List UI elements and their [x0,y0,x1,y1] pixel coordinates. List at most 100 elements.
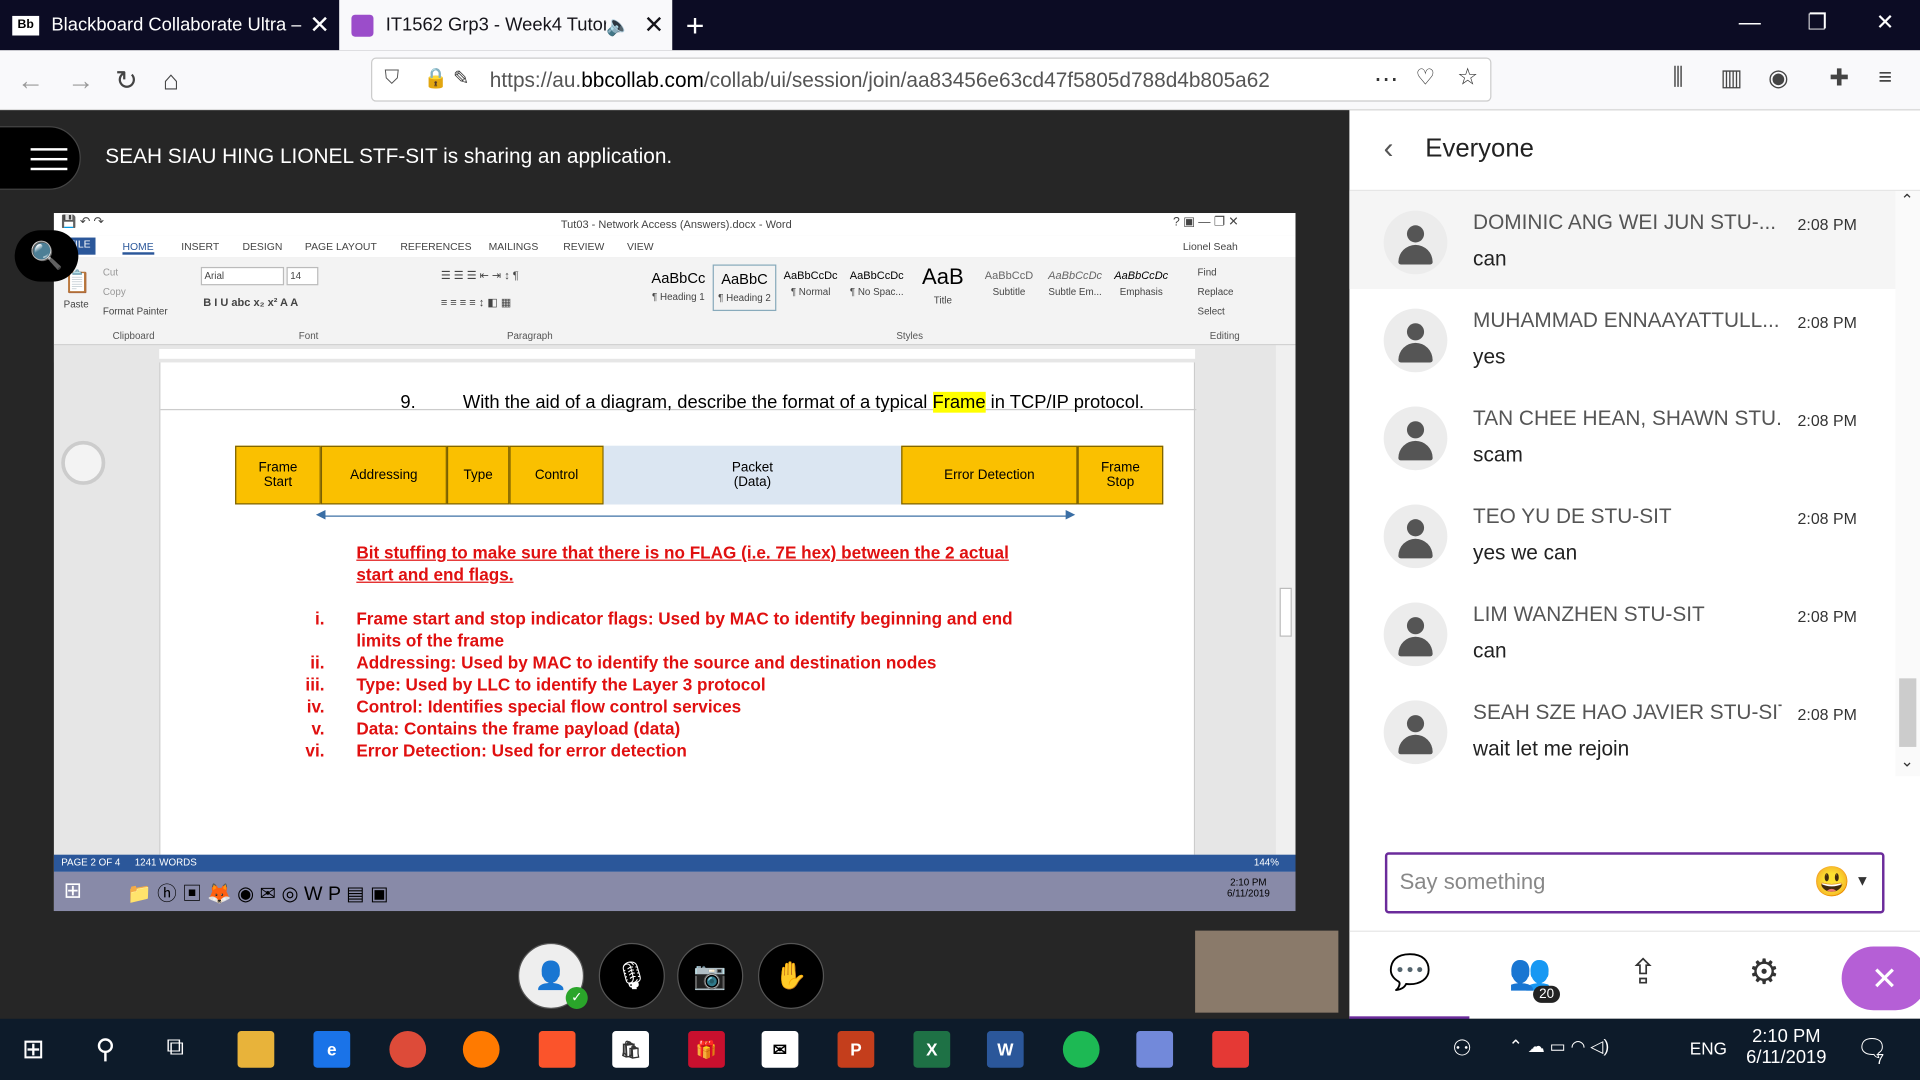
word-ruler [53,345,1296,363]
restore-icon[interactable]: ❐ [1807,10,1827,36]
spotify-icon[interactable] [1062,1031,1100,1068]
task-view-icon[interactable]: ⧉ [167,1033,184,1061]
close-tab-icon[interactable]: ✕ [636,10,673,41]
pocket-icon[interactable]: ♡ [1416,65,1436,91]
field-control: Control [509,445,604,505]
settings-gear-icon[interactable]: ⚙ [1749,951,1780,991]
avatar [1383,308,1448,373]
ribbon-tab-mailings: MAILINGS [488,240,539,253]
ribbon-tab-references: REFERENCES [400,240,472,253]
chat-message: SEAH SZE HAO JAVIER STU-SIT 2:08 PM wait… [1349,681,1895,779]
chat-message: DOMINIC ANG WEI JUN STU-... 2:08 PM can [1349,191,1896,289]
question-text: With the aid of a diagram, describe the … [462,391,1145,413]
library-icon[interactable]: ⫼ [1673,65,1684,92]
bit-stuffing-line2: start and end flags. [356,564,514,585]
tab-title: IT1562 Grp3 - Week4 Tutori [385,14,607,36]
avatar [1383,700,1448,765]
discord-icon[interactable] [1136,1031,1174,1068]
permissions-icon[interactable]: ✎ [453,66,469,90]
field-frame-start: Frame Start [235,445,321,505]
bit-stuffing-line1: Bit stuffing to make sure that there is … [356,542,1009,563]
search-icon[interactable]: ⚲ [96,1033,116,1065]
browser-tab-collab[interactable]: IT1562 Grp3 - Week4 Tutori 🔈 ✕ [339,0,673,51]
message-time: 2:08 PM [1797,705,1857,724]
file-explorer-icon[interactable] [237,1031,275,1068]
firefox-icon[interactable] [462,1031,500,1068]
chat-scrollbar[interactable]: ⌃ ⌄ [1895,191,1920,777]
back-chevron-icon[interactable]: ‹ [1384,132,1394,166]
close-window-icon[interactable]: ✕ [1876,10,1894,36]
chat-input[interactable]: Say something 😃 ▼ [1384,852,1885,914]
powerpoint-icon[interactable]: P [837,1031,875,1068]
reload-icon[interactable]: ↻ [115,65,138,97]
close-tab-icon[interactable]: ✕ [301,10,338,41]
session-menu-button[interactable] [0,126,81,190]
browser-tab-blackboard[interactable]: Bb Blackboard Collaborate Ultra – ✕ [0,0,338,51]
zoom-lens-icon[interactable] [61,440,106,485]
close-panel-button[interactable]: ✕ [1841,946,1920,1011]
extensions-icon[interactable]: ✚ [1829,65,1848,93]
people-icon[interactable]: ⚇ [1452,1036,1472,1062]
chat-tab[interactable]: 💬 [1349,932,1470,1021]
message-text: yes [1473,345,1506,369]
bookmark-star-icon[interactable]: ☆ [1457,64,1478,92]
tray-icons[interactable]: ⌃ ☁ ▭ ◠ ◁) [1509,1036,1610,1057]
answer-num: vi. [305,740,325,761]
style-normal: AaBbCcDc ¶ Normal [783,269,838,298]
page-actions-icon[interactable]: ⋯ [1374,64,1398,95]
menu-icon[interactable]: ≡ [1878,65,1892,92]
speaker-icon[interactable]: 🔈 [606,13,630,37]
message-author: SEAH SZE HAO JAVIER STU-SIT [1473,700,1782,724]
share-content-icon[interactable]: ⇪ [1629,951,1658,991]
excel-icon[interactable]: X [913,1031,951,1068]
avatar [1383,504,1448,569]
microphone-button[interactable]: 🎙 [598,942,665,1009]
game-icon[interactable] [1212,1031,1249,1068]
account-icon[interactable]: ◉ [1768,65,1788,93]
system-clock[interactable]: 2:10 PM 6/11/2019 [1746,1026,1826,1068]
windows-start-icon[interactable]: ⊞ [22,1033,45,1065]
url-bar[interactable]: ⛉ 🔒 ✎ https://au.bbcollab.com/collab/ui/… [371,57,1492,102]
group-label-clipboard: Clipboard [112,330,155,342]
back-icon[interactable]: ← [17,65,44,97]
new-tab-icon[interactable]: + [686,7,705,45]
word-user-name: Lionel Seah [1182,240,1238,253]
message-text: scam [1473,443,1523,467]
emoji-dropdown-icon[interactable]: ▼ [1855,872,1870,889]
camera-button[interactable]: 📷 [677,942,744,1009]
avatar [1383,602,1448,667]
magnify-tool-icon[interactable]: 🔍 [14,230,79,282]
message-author: LIM WANZHEN STU-SIT [1473,602,1705,626]
scroll-up-icon[interactable]: ⌃ [1900,191,1913,211]
tab-title: Blackboard Collaborate Ultra – [51,14,302,36]
mail-icon[interactable]: ✉ [761,1031,799,1068]
sidebar-icon[interactable]: ▥ [1720,65,1742,93]
minimize-icon[interactable]: — [1739,10,1761,36]
emoji-icon[interactable]: 😃 [1813,864,1850,900]
brave-icon[interactable] [538,1031,576,1068]
scroll-down-icon[interactable]: ⌄ [1900,752,1913,772]
store-icon[interactable]: 🛍 [612,1031,649,1068]
avatar [1383,406,1448,471]
forward-icon[interactable]: → [67,65,94,97]
word-icon[interactable]: W [986,1031,1024,1068]
shield-icon[interactable]: ⛉ [384,67,399,89]
message-author: MUHAMMAD ENNAAYATTULL... [1473,308,1780,332]
edge-icon[interactable]: e [313,1031,351,1068]
avatar [1383,210,1448,275]
inner-clock: 2:10 PM 6/11/2019 [1226,876,1270,899]
style-heading2: AaBbC ¶ Heading 2 [712,264,777,312]
message-time: 2:08 PM [1797,411,1857,430]
answer-text: Error Detection: Used for error detectio… [356,740,687,761]
chat-panel: ‹ Everyone DOMINIC ANG WEI JUN STU-... 2… [1349,110,1920,1021]
language-indicator[interactable]: ENG [1690,1038,1727,1058]
raise-hand-button[interactable]: ✋ [757,942,825,1009]
lock-icon[interactable]: 🔒 [424,66,448,90]
chrome-icon[interactable] [389,1031,427,1068]
start-icon: ⊞ [63,877,83,903]
notification-count: 7 [1875,1050,1885,1068]
scroll-thumb[interactable] [1899,678,1917,747]
gift-icon[interactable]: 🎁 [688,1031,725,1068]
home-icon[interactable]: ⌂ [163,65,179,97]
message-author: TAN CHEE HEAN, SHAWN STU... [1473,406,1782,430]
